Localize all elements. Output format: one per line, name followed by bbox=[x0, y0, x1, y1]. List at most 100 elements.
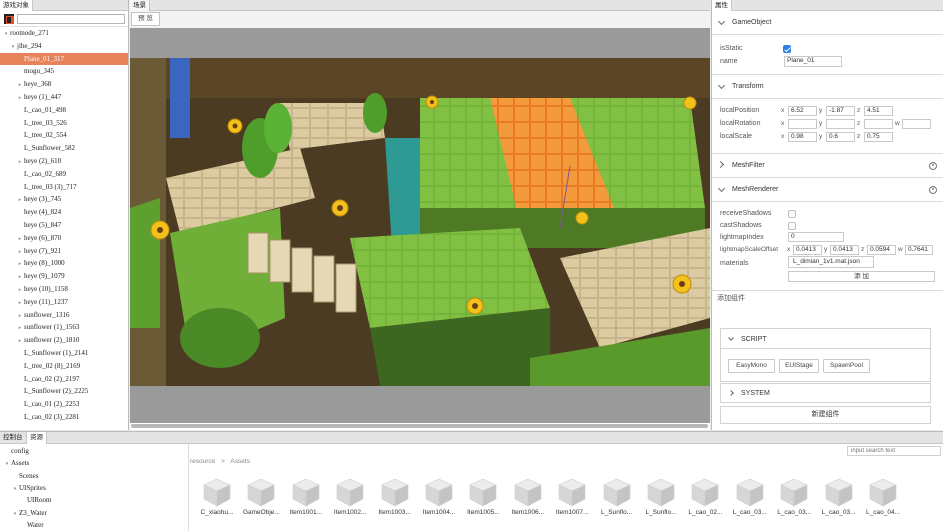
castshadows-checkbox[interactable] bbox=[788, 222, 796, 230]
hierarchy-search-input[interactable] bbox=[17, 14, 125, 24]
tree-node[interactable]: ▾ rootnode_271 bbox=[0, 27, 128, 40]
position-z-field[interactable]: 4.51 bbox=[864, 106, 893, 116]
tree-node[interactable]: ▸ heye (11)_1237 bbox=[0, 296, 128, 309]
breadcrumb-root[interactable]: resource bbox=[190, 458, 215, 465]
asset-item[interactable]: Item1007... bbox=[552, 476, 592, 522]
scale-y-field[interactable]: 0.6 bbox=[826, 132, 855, 142]
resource-folder[interactable]: ▾ UISprites bbox=[11, 483, 46, 494]
lmscale-y-field[interactable]: 0.0413 bbox=[830, 245, 859, 255]
position-x-field[interactable]: 6.52 bbox=[788, 106, 817, 116]
tree-node[interactable]: ▸ heye (6)_870 bbox=[0, 232, 128, 245]
tab-resources[interactable]: 资源 bbox=[27, 432, 47, 444]
tree-node[interactable]: L_cao_02 (3)_2281 bbox=[0, 411, 128, 424]
asset-item[interactable]: Item1004... bbox=[419, 476, 459, 522]
tab-scene[interactable]: 场景 bbox=[130, 0, 150, 11]
resource-folder[interactable]: ▾ Assets bbox=[3, 458, 30, 469]
resource-folder[interactable]: config bbox=[3, 446, 29, 457]
asset-item[interactable]: L_cao_02... bbox=[685, 476, 725, 522]
asset-item[interactable]: L_cao_03... bbox=[819, 476, 859, 522]
tree-node[interactable]: ▸ heye (8)_1000 bbox=[0, 257, 128, 270]
tree-node[interactable]: heye (4)_824 bbox=[0, 206, 128, 219]
scale-x-field[interactable]: 0.98 bbox=[788, 132, 817, 142]
tree-node[interactable]: ▸ heye (10)_1158 bbox=[0, 283, 128, 296]
gameobject-header[interactable]: GameObject bbox=[712, 11, 943, 35]
tree-node[interactable]: Plane_01_317 bbox=[0, 52, 128, 66]
preview-button[interactable]: 预 览 bbox=[131, 12, 160, 26]
tree-node[interactable]: ▸ heye_368 bbox=[0, 78, 128, 91]
tree-node[interactable]: L_tree_03 (3)_717 bbox=[0, 181, 128, 194]
resource-search-input[interactable] bbox=[847, 446, 941, 456]
new-component-button[interactable]: 新建组件 bbox=[720, 406, 931, 424]
rotation-y-field[interactable] bbox=[826, 119, 855, 129]
tree-node[interactable]: mogu_345 bbox=[0, 65, 128, 78]
system-group-header[interactable]: SYSTEM bbox=[720, 383, 931, 403]
easymono-button[interactable]: EasyMono bbox=[728, 359, 775, 373]
lmscale-z-field[interactable]: 0.0594 bbox=[867, 245, 896, 255]
tree-node[interactable]: L_Sunflower (1)_2141 bbox=[0, 347, 128, 360]
remove-component-icon[interactable]: × bbox=[929, 162, 937, 170]
tab-console[interactable]: 控制台 bbox=[0, 432, 27, 444]
tree-node[interactable]: ▸ heye (1)_447 bbox=[0, 91, 128, 104]
expand-arrow-icon[interactable]: ▾ bbox=[11, 484, 19, 495]
game-render[interactable] bbox=[130, 58, 710, 386]
transform-header[interactable]: Transform bbox=[712, 75, 943, 99]
receiveshadows-checkbox[interactable] bbox=[788, 210, 796, 218]
tab-properties[interactable]: 属性 bbox=[712, 0, 732, 11]
lmscale-w-field[interactable]: 0.7641 bbox=[905, 245, 933, 255]
tree-node[interactable]: ▸ sunflower (2)_1810 bbox=[0, 334, 128, 347]
resource-folder[interactable]: Scenes bbox=[11, 471, 38, 482]
asset-item[interactable]: Item1005... bbox=[463, 476, 503, 522]
asset-item[interactable]: C_xiaohu... bbox=[197, 476, 237, 522]
rotation-x-field[interactable] bbox=[788, 119, 817, 129]
add-material-button[interactable]: 添 加 bbox=[788, 271, 935, 282]
asset-item[interactable]: L_cao_03... bbox=[774, 476, 814, 522]
asset-item[interactable]: L_cao_04... bbox=[863, 476, 903, 522]
resource-folder[interactable]: ▾ Z3_Water bbox=[11, 508, 47, 519]
rotation-z-field[interactable] bbox=[864, 119, 893, 129]
name-field[interactable]: Plane_01 bbox=[784, 56, 842, 67]
resource-folder[interactable]: Water bbox=[19, 520, 44, 531]
tree-node[interactable]: L_cao_02_689 bbox=[0, 168, 128, 181]
spawnpool-button[interactable]: SpawnPool bbox=[823, 359, 870, 373]
asset-item[interactable]: Item1001... bbox=[286, 476, 326, 522]
tree-node[interactable]: ▸ heye (2)_610 bbox=[0, 155, 128, 168]
tree-node[interactable]: L_Sunflower_582 bbox=[0, 142, 128, 155]
asset-item[interactable]: Item1006... bbox=[508, 476, 548, 522]
position-y-field[interactable]: -1.87 bbox=[826, 106, 855, 116]
tree-node[interactable]: L_tree_03_526 bbox=[0, 117, 128, 130]
remove-component-icon[interactable]: × bbox=[929, 186, 937, 194]
asset-item[interactable]: Item1002... bbox=[330, 476, 370, 522]
rotation-w-field[interactable] bbox=[902, 119, 931, 129]
tree-node[interactable]: L_Sunflower (2)_2225 bbox=[0, 385, 128, 398]
tree-node[interactable]: L_cao_01 (2)_2253 bbox=[0, 398, 128, 411]
tree-node[interactable]: L_cao_01_498 bbox=[0, 104, 128, 117]
asset-item[interactable]: GameObje... bbox=[241, 476, 281, 522]
scene-viewport[interactable] bbox=[130, 28, 710, 423]
tree-node[interactable]: ▸ heye (7)_921 bbox=[0, 245, 128, 258]
tree-node[interactable]: L_cao_02 (2)_2197 bbox=[0, 373, 128, 386]
tree-node[interactable]: ▸ sunflower (1)_1563 bbox=[0, 321, 128, 334]
resource-folder[interactable]: UIRoom bbox=[19, 495, 52, 506]
lmscale-x-field[interactable]: 0.0413 bbox=[793, 245, 822, 255]
asset-item[interactable]: L_Sunflo... bbox=[641, 476, 681, 522]
meshfilter-header[interactable]: MeshFilter × bbox=[712, 154, 943, 178]
asset-item[interactable]: L_cao_03... bbox=[730, 476, 770, 522]
tree-node[interactable]: heye (5)_847 bbox=[0, 219, 128, 232]
isstatic-checkbox[interactable] bbox=[783, 45, 791, 53]
tree-node[interactable]: ▸ sunflower_1316 bbox=[0, 309, 128, 322]
lightmapindex-field[interactable]: 0 bbox=[788, 232, 844, 242]
expand-arrow-icon[interactable]: ▾ bbox=[11, 509, 19, 520]
tree-node[interactable]: L_tree_02 (8)_2169 bbox=[0, 360, 128, 373]
tree-node[interactable]: ▸ heye (9)_1079 bbox=[0, 270, 128, 283]
material-field[interactable]: L_dimian_1v1.mat.json bbox=[788, 256, 874, 268]
meshrenderer-header[interactable]: MeshRenderer × bbox=[712, 178, 943, 202]
tree-node[interactable]: L_tree_02_554 bbox=[0, 129, 128, 142]
tree-node[interactable]: ▸ heye (3)_745 bbox=[0, 193, 128, 206]
tree-node[interactable]: ▾ jihe_294 bbox=[0, 40, 128, 53]
euistage-button[interactable]: EUIStage bbox=[779, 359, 819, 373]
scene-horizontal-scrollbar[interactable] bbox=[131, 424, 708, 428]
breadcrumb-current[interactable]: Assets bbox=[230, 458, 250, 465]
script-group-header[interactable]: SCRIPT bbox=[720, 328, 931, 349]
tab-hierarchy[interactable]: 游戏对象 bbox=[0, 0, 33, 11]
asset-item[interactable]: Item1003... bbox=[375, 476, 415, 522]
